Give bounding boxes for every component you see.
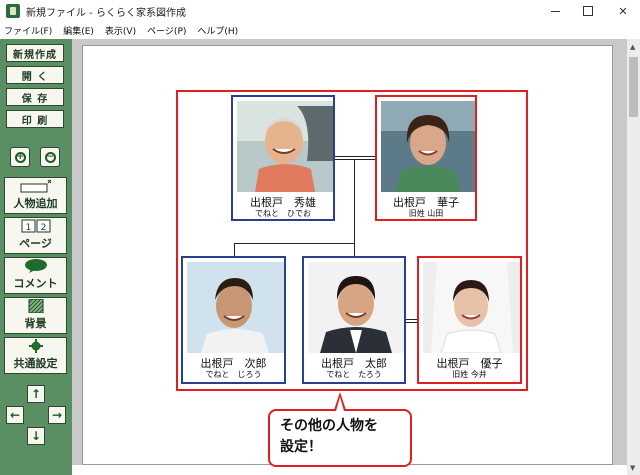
person-reading: 旧姓 山田 xyxy=(408,209,444,218)
person-card-hanako[interactable]: 出根戸 華子 旧姓 山田 xyxy=(375,95,477,221)
page-label: ページ xyxy=(19,237,52,250)
zoom-in-button[interactable]: + xyxy=(10,147,30,167)
common-settings-label: 共通設定 xyxy=(13,357,58,370)
callout-line-2: 設定！ xyxy=(280,439,322,455)
menu-bar: ファイル(F) 編集(E) 表示(V) ページ(P) ヘルプ(H) xyxy=(0,22,640,39)
person-card-jiro[interactable]: 出根戸 次郎 でねと じろう xyxy=(181,256,286,384)
vertical-scrollbar[interactable]: ▲ ▼ xyxy=(627,39,640,475)
add-person-label: 人物追加 xyxy=(13,197,58,210)
arrow-right-icon: → xyxy=(51,408,63,422)
person-card-icon xyxy=(20,179,51,193)
open-button[interactable]: 開 く xyxy=(6,66,64,84)
zoom-out-button[interactable]: − xyxy=(40,147,60,167)
arrow-down-icon: ↓ xyxy=(30,429,42,443)
person-reading: でねと じろう xyxy=(205,370,262,379)
person-photo xyxy=(423,262,520,353)
person-reading: でねと たろう xyxy=(326,370,382,379)
move-right-button[interactable]: → xyxy=(48,406,66,424)
person-card-hideo[interactable]: 出根戸 秀雄 でねと ひでお xyxy=(231,95,335,221)
background-label: 背景 xyxy=(24,317,47,330)
title-bar: 新規ファイル - らくらく家系図作成 xyxy=(0,0,640,22)
print-button[interactable]: 印 刷 xyxy=(6,110,64,128)
page-icon: 1 2 xyxy=(21,219,50,233)
zoom-out-icon: − xyxy=(44,151,56,163)
new-file-button[interactable]: 新規作成 xyxy=(6,44,64,62)
background-pattern-icon xyxy=(28,299,43,313)
person-reading: でねと ひでお xyxy=(255,209,311,218)
move-down-button[interactable]: ↓ xyxy=(27,427,45,445)
page-icon-number-1: 1 xyxy=(25,223,31,233)
scroll-down-icon[interactable]: ▼ xyxy=(630,464,635,472)
menu-view[interactable]: 表示(V) xyxy=(105,24,136,37)
move-up-button[interactable]: ↑ xyxy=(27,385,45,403)
menu-help[interactable]: ヘルプ(H) xyxy=(197,24,238,37)
left-toolbar: 新規作成 開 く 保 存 印 刷 + − 人物追加 1 2 ページ コメント 背… xyxy=(0,39,72,475)
zoom-in-icon: + xyxy=(14,151,26,163)
person-photo xyxy=(237,101,333,192)
menu-page[interactable]: ページ(P) xyxy=(147,24,186,37)
person-card-yuko[interactable]: 出根戸 優子 旧姓 今井 xyxy=(417,256,522,384)
close-button[interactable] xyxy=(603,0,640,22)
add-person-button[interactable]: 人物追加 xyxy=(4,177,67,214)
page-button[interactable]: 1 2 ページ xyxy=(4,217,67,254)
comment-bubble-icon xyxy=(24,259,47,273)
background-button[interactable]: 背景 xyxy=(4,297,67,334)
scrollbar-thumb[interactable] xyxy=(629,57,638,117)
person-reading: 旧姓 今井 xyxy=(452,370,487,379)
move-left-button[interactable]: ← xyxy=(6,406,24,424)
arrow-left-icon: ← xyxy=(9,408,21,422)
gear-icon xyxy=(28,339,43,353)
maximize-button[interactable] xyxy=(568,0,608,22)
menu-file[interactable]: ファイル(F) xyxy=(4,24,52,37)
common-settings-button[interactable]: 共通設定 xyxy=(4,337,67,374)
person-photo xyxy=(381,101,475,192)
person-photo xyxy=(187,262,284,353)
comment-button[interactable]: コメント xyxy=(4,257,67,294)
callout-line-1: その他の人物を xyxy=(280,418,378,434)
page-icon-number-2: 2 xyxy=(40,223,46,233)
person-card-taro[interactable]: 出根戸 太郎 でねと たろう xyxy=(302,256,406,384)
app-icon xyxy=(6,4,20,18)
tip-callout: その他の人物を 設定！ xyxy=(268,409,412,467)
callout-pointer-fill xyxy=(336,397,344,411)
menu-edit[interactable]: 編集(E) xyxy=(63,24,94,37)
comment-label: コメント xyxy=(13,277,58,290)
arrow-up-icon: ↑ xyxy=(30,387,42,401)
scroll-up-icon[interactable]: ▲ xyxy=(630,43,635,51)
window-title: 新規ファイル - らくらく家系図作成 xyxy=(26,7,186,19)
save-button[interactable]: 保 存 xyxy=(6,88,64,106)
person-photo xyxy=(308,262,404,353)
